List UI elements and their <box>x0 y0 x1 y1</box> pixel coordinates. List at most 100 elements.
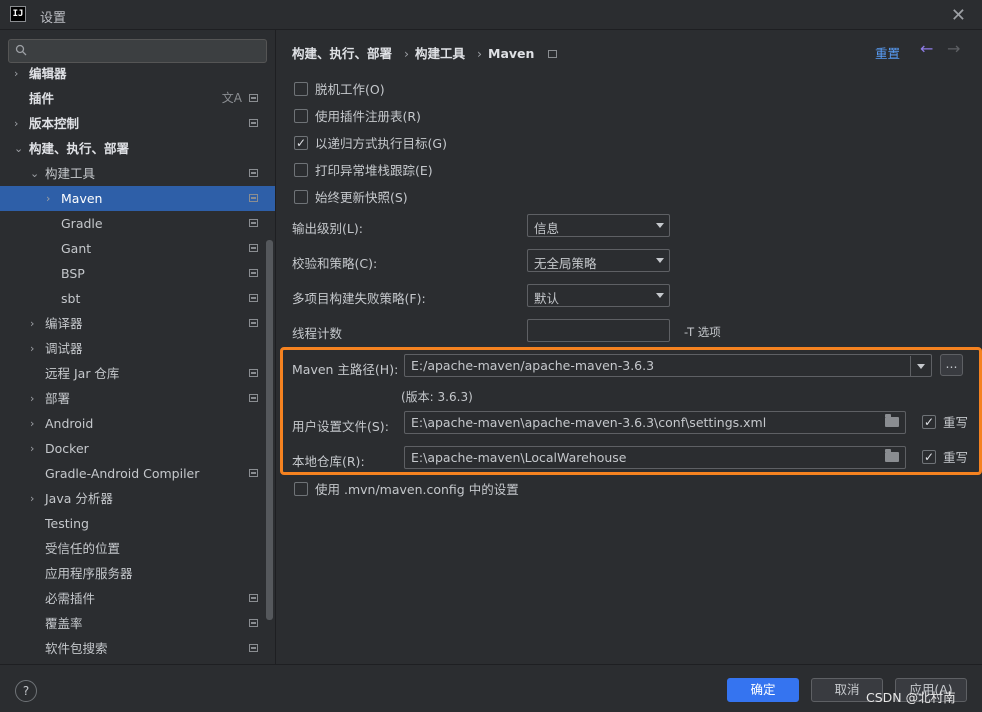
checkbox-box[interactable] <box>294 82 308 96</box>
sidebar-item[interactable]: › 部署 <box>0 386 275 411</box>
sidebar-item[interactable]: ⌄ 构建工具 <box>0 161 275 186</box>
sidebar-item[interactable]: › 调试器 <box>0 336 275 361</box>
sidebar-item[interactable]: › Maven <box>0 186 275 211</box>
sidebar-item[interactable]: 插件 文A <box>0 86 275 111</box>
sidebar-item-label: 构建工具 <box>45 166 96 181</box>
checksum-policy-label: 校验和策略(C): <box>292 256 378 271</box>
breadcrumb-separator: › <box>477 46 483 61</box>
sidebar-item[interactable]: Testing <box>0 511 275 536</box>
sidebar-item-label: 插件 <box>29 91 55 106</box>
checkbox-label: 以递归方式执行目标(G) <box>315 136 447 151</box>
local-repo-input[interactable]: E:\apache-maven\LocalWarehouse <box>404 446 906 469</box>
maven-home-value: E:/apache-maven/apache-maven-3.6.3 <box>411 358 655 373</box>
sidebar-item[interactable]: 必需插件 <box>0 586 275 611</box>
close-icon[interactable]: ✕ <box>951 5 966 26</box>
sidebar-item[interactable]: 覆盖率 <box>0 611 275 636</box>
sidebar-item[interactable]: BSP <box>0 261 275 286</box>
sidebar-item[interactable]: › Docker <box>0 436 275 461</box>
search-input[interactable] <box>8 39 267 63</box>
maven-home-label: Maven 主路径(H): <box>292 362 399 377</box>
chevron-down-icon[interactable]: ⌄ <box>14 136 24 161</box>
maven-home-combobox[interactable]: E:/apache-maven/apache-maven-3.6.3 <box>404 354 932 377</box>
sidebar-item[interactable]: 应用程序服务器 <box>0 561 275 586</box>
multiproject-fail-select[interactable]: 默认 <box>527 284 670 307</box>
repo-override-label: 重写 <box>943 450 969 465</box>
settings-sidebar: › 编辑器 插件 文A › 版本控制 ⌄ 构建、执行、部署 ⌄ 构建工具 › Maven Gradle G… <box>0 30 276 664</box>
sidebar-item[interactable]: › 版本控制 <box>0 111 275 136</box>
sidebar-item-label: Gant <box>61 241 92 256</box>
sidebar-item[interactable]: Gant <box>0 236 275 261</box>
output-level-value: 信息 <box>534 221 560 236</box>
sidebar-item[interactable]: › Android <box>0 411 275 436</box>
sidebar-item[interactable]: › 编辑器 <box>0 61 275 86</box>
chevron-right-icon[interactable]: › <box>14 111 24 136</box>
checkbox-label: 使用插件注册表(R) <box>315 109 421 124</box>
checkbox-label: 始终更新快照(S) <box>315 190 408 205</box>
project-scope-icon <box>249 644 258 652</box>
checkbox-box[interactable] <box>922 448 936 466</box>
project-scope-icon <box>249 619 258 627</box>
folder-icon[interactable] <box>885 414 899 427</box>
checkbox-box[interactable] <box>294 190 308 204</box>
sidebar-item-label: Gradle-Android Compiler <box>45 466 200 481</box>
project-scope-icon <box>249 369 258 377</box>
sidebar-item-label: 覆盖率 <box>45 616 83 631</box>
watermark-text: CSDN @北村南 <box>866 690 956 705</box>
settings-tree: › 编辑器 插件 文A › 版本控制 ⌄ 构建、执行、部署 ⌄ 构建工具 › Maven Gradle G… <box>0 61 275 661</box>
checkbox-box[interactable] <box>294 163 308 177</box>
chevron-right-icon[interactable]: › <box>46 186 56 211</box>
back-arrow-icon[interactable]: ← <box>920 39 933 58</box>
sidebar-item-label: 应用程序服务器 <box>45 566 133 581</box>
sidebar-item[interactable]: 受信任的位置 <box>0 536 275 561</box>
multiproject-fail-value: 默认 <box>534 291 560 306</box>
sidebar-item[interactable]: › Java 分析器 <box>0 486 275 511</box>
sidebar-item[interactable]: Gradle <box>0 211 275 236</box>
search-icon <box>15 44 27 56</box>
sidebar-item[interactable]: Gradle-Android Compiler <box>0 461 275 486</box>
maven-version-text: (版本: 3.6.3) <box>401 390 473 404</box>
chevron-right-icon[interactable]: › <box>30 436 40 461</box>
chevron-down-icon[interactable] <box>917 364 925 369</box>
sidebar-item[interactable]: 软件包搜索 <box>0 636 275 661</box>
sidebar-item-label: BSP <box>61 266 85 281</box>
sidebar-item-label: 版本控制 <box>29 116 80 131</box>
project-scope-icon <box>249 244 258 252</box>
reset-link[interactable]: 重置 <box>875 43 900 62</box>
forward-arrow-icon[interactable]: → <box>947 39 960 58</box>
folder-icon[interactable] <box>885 449 899 462</box>
chevron-right-icon[interactable]: › <box>30 386 40 411</box>
checkbox-label: 脱机工作(O) <box>315 82 385 97</box>
sidebar-item[interactable]: › 编译器 <box>0 311 275 336</box>
thread-count-input[interactable] <box>527 319 670 342</box>
chevron-right-icon[interactable]: › <box>30 336 40 361</box>
sidebar-item-label: sbt <box>61 291 81 306</box>
browse-maven-home-button[interactable]: ... <box>940 354 963 376</box>
sidebar-item[interactable]: ⌄ 构建、执行、部署 <box>0 136 275 161</box>
checksum-policy-select[interactable]: 无全局策略 <box>527 249 670 272</box>
checkbox-box[interactable] <box>922 413 936 431</box>
checkbox-box[interactable] <box>294 482 308 496</box>
intellij-logo-icon: IJ <box>10 6 26 22</box>
thread-count-label: 线程计数 <box>292 326 343 341</box>
help-icon[interactable]: ? <box>15 680 37 702</box>
sidebar-item-label: Gradle <box>61 216 103 231</box>
dialog-footer: ? 确定 取消 应用(A) CSDN @北村南 <box>0 664 982 712</box>
checkbox-box[interactable] <box>294 109 308 123</box>
chevron-right-icon[interactable]: › <box>30 411 40 436</box>
user-settings-input[interactable]: E:\apache-maven\apache-maven-3.6.3\conf\… <box>404 411 906 434</box>
project-scope-icon <box>249 219 258 227</box>
output-level-select[interactable]: 信息 <box>527 214 670 237</box>
chevron-right-icon[interactable]: › <box>14 61 24 86</box>
chevron-down-icon[interactable]: ⌄ <box>30 161 40 186</box>
project-scope-icon <box>249 119 258 127</box>
chevron-right-icon[interactable]: › <box>30 486 40 511</box>
checkbox-box[interactable] <box>294 134 308 152</box>
sidebar-scrollbar[interactable] <box>266 240 273 620</box>
sidebar-item[interactable]: 远程 Jar 仓库 <box>0 361 275 386</box>
mvn-config-label: 使用 .mvn/maven.config 中的设置 <box>315 482 519 497</box>
project-scope-icon <box>249 194 258 202</box>
sidebar-item[interactable]: sbt <box>0 286 275 311</box>
chevron-right-icon[interactable]: › <box>30 311 40 336</box>
breadcrumb: 构建、执行、部署 › 构建工具 › Maven <box>292 43 558 62</box>
ok-button[interactable]: 确定 <box>727 678 799 702</box>
